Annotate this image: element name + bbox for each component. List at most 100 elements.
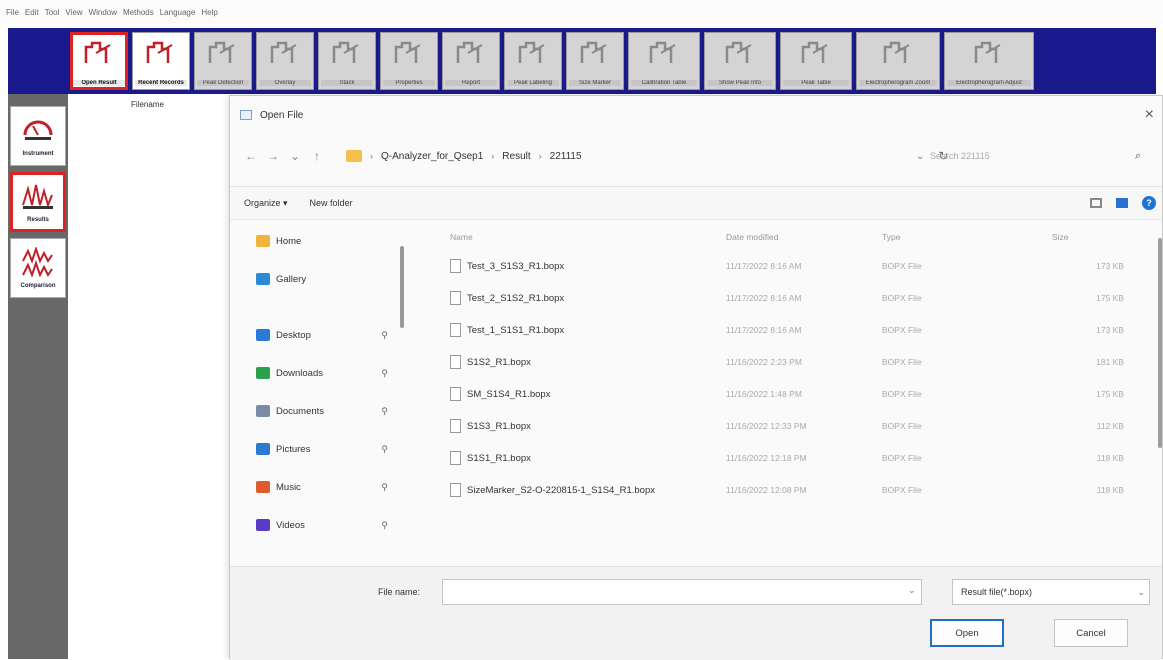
breadcrumb-item[interactable]: 221115 xyxy=(550,151,582,162)
close-icon[interactable]: × xyxy=(1145,106,1154,124)
sidebar-item-label: Documents xyxy=(276,405,325,417)
file-type-filter-value: Result file(*.bopx) xyxy=(961,587,1033,597)
file-type-filter[interactable]: Result file(*.bopx) ⌄ xyxy=(952,579,1150,605)
file-name-cell: Test_3_S1S3_R1.bopx xyxy=(436,259,726,273)
search-input[interactable]: Search 221115 ⌕ xyxy=(920,142,1145,170)
videos-icon xyxy=(256,519,270,531)
sidebar-item-label: Desktop xyxy=(276,329,311,341)
menu-item[interactable]: Language xyxy=(160,8,196,17)
pin-icon: ⚲ xyxy=(381,481,388,492)
gallery-icon xyxy=(256,273,270,285)
preview-pane-icon[interactable] xyxy=(1116,198,1128,208)
sidebar-item-pictures[interactable]: Pictures ⚲ xyxy=(230,430,400,468)
nav-item-results[interactable]: Results xyxy=(10,172,66,232)
up-icon[interactable]: ↑ xyxy=(306,149,328,163)
menu-item[interactable]: File xyxy=(6,8,19,17)
menu-item[interactable]: Methods xyxy=(123,8,154,17)
file-name-input[interactable] xyxy=(442,579,922,605)
toolbar-button-peak[interactable]: Peak Detection xyxy=(194,32,252,90)
toolbar-button-peak-info[interactable]: Show Peak Info xyxy=(704,32,776,90)
column-type[interactable]: Type xyxy=(882,232,1032,242)
menu-item[interactable]: Help xyxy=(201,8,217,17)
toolbar-button-label: Size Marker xyxy=(569,80,621,86)
sidebar-item-videos[interactable]: Videos ⚲ xyxy=(230,506,400,544)
adjust-icon xyxy=(972,37,1006,70)
file-name-dropdown-icon[interactable]: ⌄ xyxy=(908,585,916,596)
file-size: 118 KB xyxy=(1096,485,1124,495)
sidebar-item-downloads[interactable]: Downloads ⚲ xyxy=(230,354,400,392)
file-row[interactable]: S1S3_R1.bopx 11/16/2022 12:33 PM BOPX File… xyxy=(436,410,1160,442)
search-placeholder: Search 221115 xyxy=(930,151,990,161)
toolbar-button-adjust[interactable]: Electropherogram Adjust xyxy=(944,32,1034,90)
toolbar-button-stack[interactable]: Stack xyxy=(318,32,376,90)
sidebar-item-desktop[interactable]: Desktop ⚲ xyxy=(230,316,400,354)
sidebar-item-music[interactable]: Music ⚲ xyxy=(230,468,400,506)
sidebar-item-gallery[interactable]: Gallery xyxy=(230,260,400,298)
file-size: 112 KB xyxy=(1096,421,1124,431)
toolbar-button-peak-table[interactable]: Peak Table xyxy=(780,32,852,90)
file-date: 11/17/2022 8:16 AM xyxy=(726,261,802,271)
toolbar-button-properties[interactable]: Properties xyxy=(380,32,438,90)
toolbar-button-calibration[interactable]: Calibration Table xyxy=(628,32,700,90)
file-name: Test_1_S1S1_R1.bopx xyxy=(467,324,565,336)
file-row[interactable]: S1S2_R1.bopx 11/16/2022 2:23 PM BOPX File 1… xyxy=(436,346,1160,378)
sidebar-item-label: Home xyxy=(276,235,302,247)
recent-records-icon xyxy=(144,37,178,70)
nav-item-comparison[interactable]: Comparison xyxy=(10,238,66,298)
column-name[interactable]: Name xyxy=(436,232,726,242)
file-rows: Test_3_S1S3_R1.bopx 11/17/2022 8:16 AM BOP… xyxy=(436,250,1160,506)
file-row[interactable]: SizeMarker_S2-O-220815-1_S1S4_R1.bopx 11/… xyxy=(436,474,1160,506)
back-icon[interactable]: ← xyxy=(240,149,262,163)
view-options-icon[interactable] xyxy=(1090,198,1102,208)
search-icon: ⌕ xyxy=(1134,149,1141,162)
toolbar-button-zoom[interactable]: Electropherogram Zoom xyxy=(856,32,940,90)
nav-item-instrument[interactable]: Instrument xyxy=(10,106,66,166)
menu-item[interactable]: Window xyxy=(89,8,117,17)
file-date: 11/16/2022 1:48 PM xyxy=(726,389,802,399)
menu-item[interactable]: Tool xyxy=(45,8,60,17)
menu-item[interactable]: Edit xyxy=(25,8,39,17)
recent-locations-icon[interactable]: ⌄ xyxy=(284,149,306,163)
music-icon xyxy=(256,481,270,493)
toolbar-button-peak-labeling[interactable]: Peak Labeling xyxy=(504,32,562,90)
toolbar-button-overlay[interactable]: Overlay xyxy=(256,32,314,90)
breadcrumb-item[interactable]: Q-Analyzer_for_Qsep1 xyxy=(381,151,483,162)
cancel-button[interactable]: Cancel xyxy=(1054,619,1128,647)
sidebar-item-label: Music xyxy=(276,481,301,493)
file-row[interactable]: SM_S1S4_R1.bopx 11/16/2022 1:48 PM BOPX Fi… xyxy=(436,378,1160,410)
file-name-cell: S1S2_R1.bopx xyxy=(436,355,726,369)
breadcrumb-item[interactable]: Result xyxy=(502,151,530,162)
sidebar-item-documents[interactable]: Documents ⚲ xyxy=(230,392,400,430)
file-row[interactable]: S1S1_R1.bopx 11/16/2022 12:18 PM BOPX File… xyxy=(436,442,1160,474)
file-icon xyxy=(450,387,461,401)
toolbar-button-report[interactable]: Report xyxy=(442,32,500,90)
pin-icon: ⚲ xyxy=(381,519,388,530)
toolbar-button-label: Show Peak Info xyxy=(707,80,773,86)
file-name-cell: Test_1_S1S1_R1.bopx xyxy=(436,323,726,337)
breadcrumb[interactable]: › Q-Analyzer_for_Qsep1 › Result › 221115 xyxy=(346,150,906,162)
file-row[interactable]: Test_1_S1S1_R1.bopx 11/17/2022 8:16 AM BOP… xyxy=(436,314,1160,346)
file-date: 11/16/2022 2:23 PM xyxy=(726,357,802,367)
toolbar-button-size-marker[interactable]: Size Marker xyxy=(566,32,624,90)
menu-item[interactable]: View xyxy=(65,8,82,17)
organize-button[interactable]: Organize ▾ xyxy=(244,198,288,209)
toolbar-button-recent-records[interactable]: Recent Records xyxy=(132,32,190,90)
toolbar-button-label: Peak Detection xyxy=(197,80,249,86)
breadcrumb-separator-icon: › xyxy=(491,151,495,161)
file-size: 175 KB xyxy=(1096,389,1124,399)
file-row[interactable]: Test_3_S1S3_R1.bopx 11/17/2022 8:16 AM BOP… xyxy=(436,250,1160,282)
column-date-modified[interactable]: Date modified xyxy=(726,232,882,242)
file-name: Test_3_S1S3_R1.bopx xyxy=(467,260,565,272)
navigation-pane-scrollbar[interactable] xyxy=(400,246,404,328)
new-folder-button[interactable]: New folder xyxy=(310,198,353,208)
forward-icon[interactable]: → xyxy=(262,149,284,163)
file-list-scrollbar[interactable] xyxy=(1158,238,1162,448)
help-icon[interactable]: ? xyxy=(1142,196,1156,210)
file-name-cell: S1S1_R1.bopx xyxy=(436,451,726,465)
column-size[interactable]: Size xyxy=(1032,232,1132,242)
sidebar-item-home[interactable]: Home xyxy=(230,222,400,260)
pin-icon: ⚲ xyxy=(381,443,388,454)
file-row[interactable]: Test_2_S1S2_R1.bopx 11/17/2022 8:16 AM BOP… xyxy=(436,282,1160,314)
open-button[interactable]: Open xyxy=(930,619,1004,647)
toolbar-button-open-result[interactable]: Open Result xyxy=(70,32,128,90)
